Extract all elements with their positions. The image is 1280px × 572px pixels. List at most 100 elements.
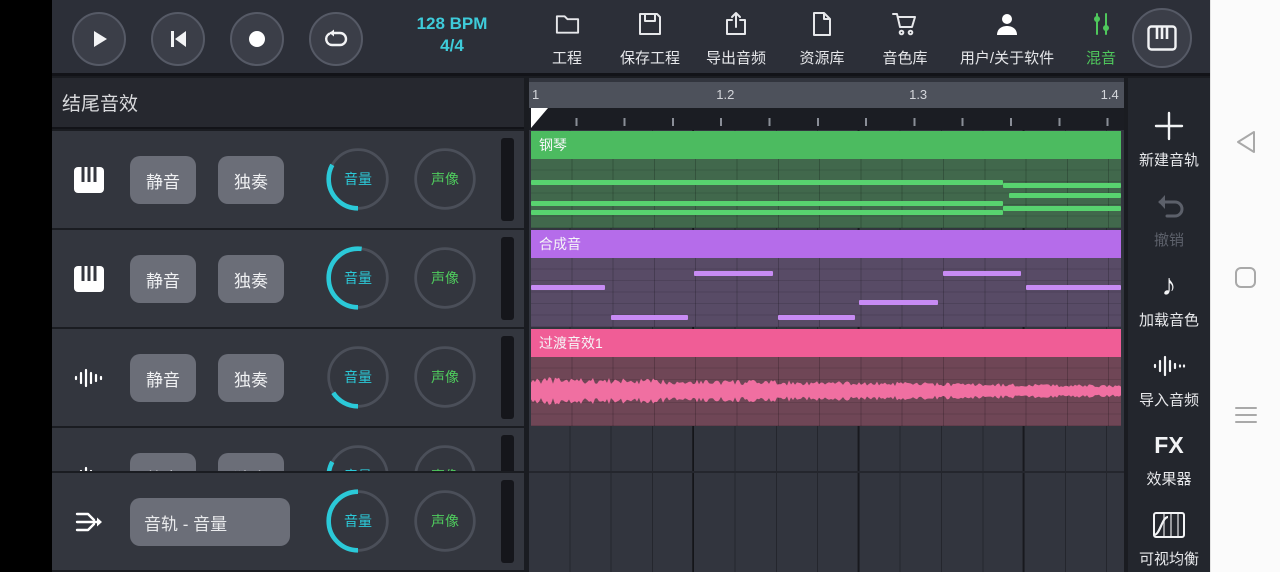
mute-button[interactable]: 静音 bbox=[130, 156, 196, 204]
clip-title: 过渡音效1 bbox=[531, 329, 1121, 357]
midi-note bbox=[1003, 206, 1121, 211]
volume-knob[interactable]: 音量 bbox=[325, 146, 391, 212]
nav-recents-button[interactable] bbox=[1224, 393, 1268, 437]
ruler-label: 1.2 bbox=[716, 87, 734, 102]
back-triangle-icon bbox=[1234, 129, 1258, 155]
menu-sound-store[interactable]: 音色库 bbox=[850, 11, 960, 67]
clip-waveform bbox=[531, 357, 1121, 426]
audio-track-icon bbox=[71, 458, 107, 471]
loop-icon bbox=[323, 28, 349, 50]
loop-button[interactable] bbox=[309, 12, 363, 66]
keyboard-toggle-button[interactable] bbox=[1132, 8, 1192, 68]
arrangement-timeline[interactable]: 1 1.2 1.3 1.4 钢琴 合成音 过渡音效1 bbox=[529, 78, 1124, 572]
pan-knob[interactable]: 声像 bbox=[412, 146, 478, 212]
midi-note bbox=[1026, 285, 1121, 290]
solo-button[interactable]: 独奏 bbox=[218, 453, 284, 471]
clip-piano[interactable]: 钢琴 bbox=[531, 131, 1121, 228]
midi-note bbox=[1003, 183, 1121, 188]
new-track-button[interactable]: 新建音轨 bbox=[1128, 110, 1210, 170]
menu-lines-icon bbox=[1233, 404, 1259, 426]
beat-ticks bbox=[529, 118, 1124, 126]
volume-knob[interactable]: 音量 bbox=[325, 245, 391, 311]
fx-icon: FX bbox=[1154, 429, 1183, 461]
output-icon bbox=[71, 504, 107, 540]
home-square-icon bbox=[1233, 265, 1258, 290]
top-toolbar: 128 BPM 4/4 工程 保存工程 导出音频 资源库 音色库 bbox=[52, 0, 1210, 76]
bpm-value: 128 BPM bbox=[412, 13, 492, 35]
daw-app-window: 128 BPM 4/4 工程 保存工程 导出音频 资源库 音色库 bbox=[52, 0, 1210, 572]
clip-notes bbox=[531, 258, 1121, 327]
clip-title: 合成音 bbox=[531, 230, 1121, 258]
time-signature: 4/4 bbox=[412, 35, 492, 57]
midi-note bbox=[778, 315, 855, 320]
pan-knob[interactable]: 声像 bbox=[412, 245, 478, 311]
undo-button[interactable]: 撤销 bbox=[1128, 190, 1210, 250]
import-audio-button[interactable]: 导入音频 bbox=[1128, 350, 1210, 410]
midi-note bbox=[611, 315, 688, 320]
grid-row-divider bbox=[529, 471, 1124, 473]
fx-effects-button[interactable]: FX 效果器 bbox=[1128, 429, 1210, 489]
android-nav-bar bbox=[1210, 0, 1280, 572]
master-volume-knob[interactable]: 音量 bbox=[325, 488, 391, 554]
save-icon bbox=[637, 11, 663, 37]
master-track-row[interactable]: 音轨 - 音量 音量 声像 bbox=[52, 473, 524, 570]
midi-note bbox=[531, 285, 605, 290]
load-instrument-button[interactable]: ♪ 加载音色 bbox=[1128, 270, 1210, 330]
rewind-to-start-button[interactable] bbox=[151, 12, 205, 66]
solo-button[interactable]: 独奏 bbox=[218, 354, 284, 402]
level-meter bbox=[501, 138, 514, 221]
nav-home-button[interactable] bbox=[1224, 255, 1268, 299]
menu-user-about[interactable]: 用户/关于软件 bbox=[947, 11, 1067, 67]
clip-synth[interactable]: 合成音 bbox=[531, 230, 1121, 327]
master-pan-knob[interactable]: 声像 bbox=[412, 488, 478, 554]
piano-track-icon bbox=[71, 162, 107, 198]
project-title-bar[interactable]: 结尾音效 bbox=[52, 78, 524, 129]
pan-knob[interactable]: 声像 bbox=[412, 344, 478, 410]
mute-button[interactable]: 静音 bbox=[130, 255, 196, 303]
solo-button[interactable]: 独奏 bbox=[218, 255, 284, 303]
ruler-label: 1 bbox=[532, 87, 539, 102]
level-meter bbox=[501, 435, 514, 471]
volume-knob[interactable]: 音量 bbox=[325, 443, 391, 471]
menu-label: 导出音频 bbox=[706, 51, 766, 67]
level-meter bbox=[501, 237, 514, 320]
track-row-4[interactable]: 静音 独奏 音量 声像 bbox=[52, 428, 524, 471]
mute-button[interactable]: 静音 bbox=[130, 354, 196, 402]
midi-note bbox=[531, 210, 1003, 215]
menu-mixer[interactable]: 混音 bbox=[1082, 11, 1120, 67]
menu-label: 保存工程 bbox=[620, 51, 680, 67]
eq-curve-icon bbox=[1152, 509, 1186, 541]
undo-icon bbox=[1153, 190, 1185, 222]
visual-eq-button[interactable]: 可视均衡 bbox=[1128, 509, 1210, 569]
user-icon bbox=[994, 11, 1020, 37]
play-button[interactable] bbox=[72, 12, 126, 66]
midi-note bbox=[859, 300, 938, 305]
master-output-selector[interactable]: 音轨 - 音量 bbox=[130, 498, 290, 546]
nav-back-button[interactable] bbox=[1224, 120, 1268, 164]
playhead-marker[interactable] bbox=[531, 108, 548, 128]
menu-label: 混音 bbox=[1086, 51, 1116, 67]
volume-knob[interactable]: 音量 bbox=[325, 344, 391, 410]
cart-icon bbox=[891, 11, 919, 37]
level-meter bbox=[501, 480, 514, 563]
midi-note bbox=[531, 201, 1003, 206]
mute-button[interactable]: 静音 bbox=[130, 453, 196, 471]
track-row-1[interactable]: 静音 独奏 音量 声像 bbox=[52, 131, 524, 228]
music-note-icon: ♪ bbox=[1162, 270, 1177, 302]
beat-tick-strip[interactable] bbox=[529, 108, 1124, 130]
document-icon bbox=[810, 11, 834, 37]
piano-icon bbox=[1147, 25, 1177, 51]
midi-note bbox=[531, 180, 1003, 185]
track-row-3[interactable]: 静音 独奏 音量 声像 bbox=[52, 329, 524, 426]
clip-transition-fx[interactable]: 过渡音效1 bbox=[531, 329, 1121, 426]
clip-title: 钢琴 bbox=[531, 131, 1121, 159]
project-title: 结尾音效 bbox=[62, 89, 138, 116]
waveform-icon bbox=[1151, 350, 1187, 382]
pan-knob[interactable]: 声像 bbox=[412, 443, 478, 471]
record-button[interactable] bbox=[230, 12, 284, 66]
menu-label: 工程 bbox=[552, 51, 582, 67]
solo-button[interactable]: 独奏 bbox=[218, 156, 284, 204]
level-meter bbox=[501, 336, 514, 419]
timeline-ruler[interactable]: 1 1.2 1.3 1.4 bbox=[529, 82, 1124, 108]
track-row-2[interactable]: 静音 独奏 音量 声像 bbox=[52, 230, 524, 327]
